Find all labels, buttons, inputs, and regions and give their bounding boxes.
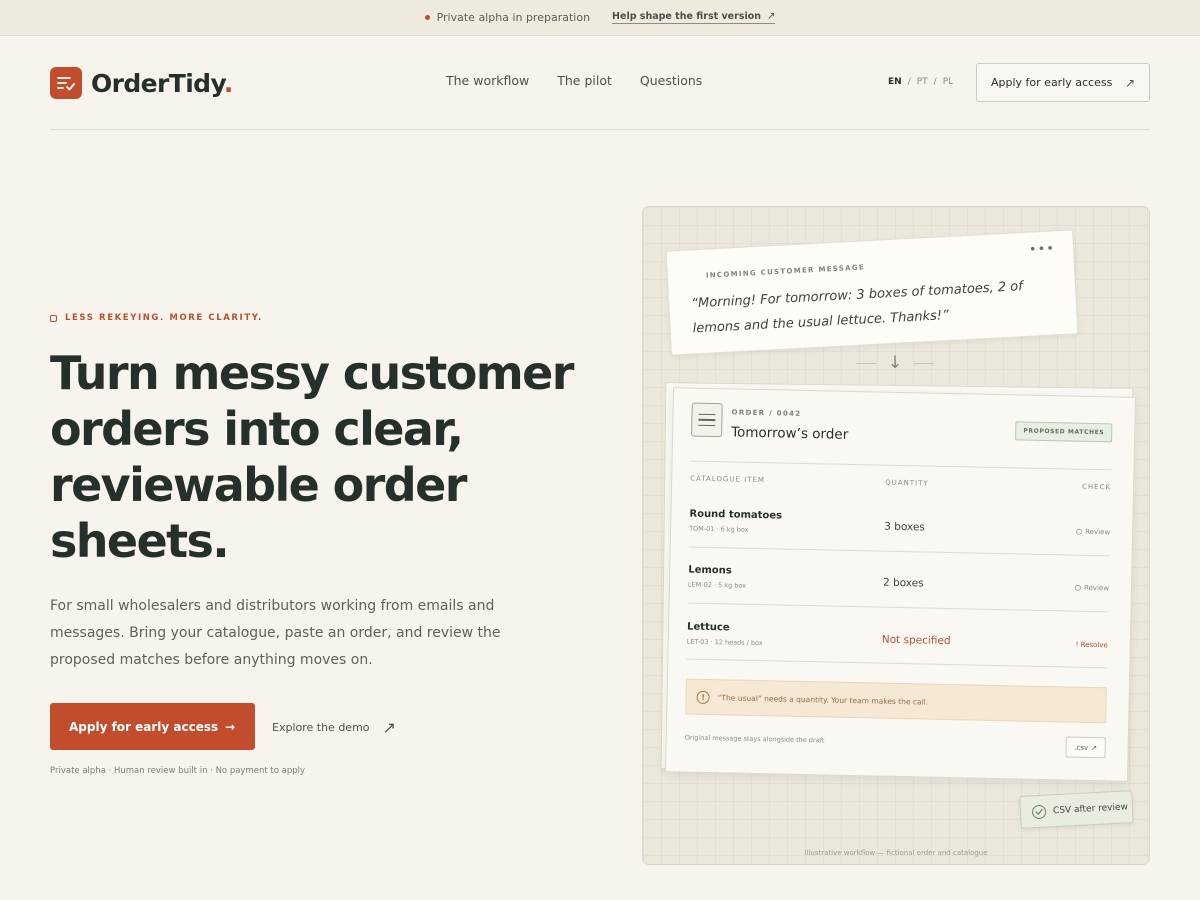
hero-title-line: sheets. — [50, 514, 230, 568]
row-divider — [686, 658, 1108, 669]
arrow-down-icon: ↓ — [887, 353, 903, 373]
header-apply-label: Apply for early access — [991, 76, 1113, 89]
row-item-name: Round tomatoes — [689, 508, 783, 522]
nav-item-pilot[interactable]: The pilot — [557, 73, 612, 88]
list-icon — [691, 402, 723, 438]
hero-subtitle: For small wholesalers and distributors w… — [50, 598, 501, 668]
order-number: ORDER / 0042 — [731, 408, 802, 418]
column-header-quantity: QUANTITY — [885, 478, 929, 488]
language-switcher: EN / PT / PL — [888, 77, 953, 87]
incoming-message-card: INCOMING CUSTOMER MESSAGE ••• “Morning! … — [665, 229, 1079, 356]
circle-icon — [1076, 528, 1083, 535]
hero-eyebrow: LESS REKEYING. MORE CLARITY. — [50, 313, 263, 323]
brand-logo[interactable]: OrderTidy. — [50, 67, 233, 99]
external-arrow-icon: ↗ — [1124, 75, 1135, 90]
flow-connector: ↓ — [856, 352, 934, 374]
check-circle-icon — [1031, 804, 1047, 819]
csv-badge-text: CSV after review — [1052, 801, 1129, 816]
order-title: Tomorrow’s order — [730, 424, 849, 443]
announcement-bar: Private alpha in preparation Help shape … — [0, 0, 1200, 36]
header-divider — [50, 129, 1150, 130]
apply-button-label: Apply for early access — [69, 719, 219, 734]
warning-text: “The usual” needs a quantity. Your team … — [717, 692, 929, 707]
hero-title-line: Turn messy customer — [50, 346, 574, 400]
square-bullet-icon — [50, 314, 57, 322]
more-options-icon[interactable]: ••• — [1029, 241, 1056, 257]
row-check-label: Review — [1083, 583, 1110, 593]
order-footnote: Original message stays alongside the dra… — [684, 733, 825, 745]
flow-line — [856, 362, 876, 364]
external-arrow-icon: ↗ — [382, 718, 396, 737]
announcement-status: Private alpha in preparation — [436, 11, 591, 24]
brand-name: OrderTidy. — [91, 68, 233, 98]
lang-separator: / — [907, 77, 911, 87]
hero-fineprint: Private alpha · Human review built in · … — [50, 766, 306, 776]
external-arrow-icon: ↗ — [767, 11, 776, 22]
row-divider — [687, 602, 1109, 613]
external-arrow-icon: ↗ — [1091, 743, 1098, 752]
lang-pl[interactable]: PL — [943, 77, 953, 87]
explore-demo-link[interactable]: Explore the demo ↗ — [272, 718, 396, 737]
hero-title-line: reviewable order — [50, 458, 467, 512]
csv-export-label: .csv — [1074, 743, 1089, 752]
order-divider — [690, 460, 1112, 471]
warning-icon: ! — [696, 690, 710, 704]
column-header-check: CHECK — [1081, 482, 1112, 492]
csv-export-button[interactable]: .csv ↗ — [1065, 736, 1106, 759]
column-header-item: CATALOGUE ITEM — [690, 474, 766, 485]
row-item-name: Lemons — [688, 564, 732, 577]
order-sheet-card: ORDER / 0042 Tomorrow’s order PROPOSED M… — [665, 387, 1136, 782]
hero-title: Turn messy customer orders into clear, r… — [50, 345, 610, 569]
checklist-logo-icon — [50, 67, 82, 99]
row-item-sku: TOM-01 · 6 kg box — [689, 524, 749, 534]
row-item-name: Lettuce — [686, 621, 730, 634]
message-text: “Morning! For tomorrow: 3 boxes of tomat… — [690, 279, 1024, 337]
lang-en[interactable]: EN — [888, 77, 902, 87]
explore-demo-label: Explore the demo — [272, 721, 370, 734]
arrow-right-icon: → — [224, 719, 235, 734]
row-divider — [688, 546, 1110, 557]
header-apply-button[interactable]: Apply for early access ↗ — [976, 63, 1150, 102]
proposed-matches-badge: PROPOSED MATCHES — [1015, 421, 1113, 443]
hero-eyebrow-text: LESS REKEYING. MORE CLARITY. — [65, 313, 263, 323]
lang-separator: / — [933, 77, 937, 87]
row-item-sku: LEM-02 · 5 kg box — [687, 580, 747, 590]
help-shape-link[interactable]: Help shape the first version ↗ — [612, 11, 776, 24]
main-nav: The workflow The pilot Questions — [446, 73, 702, 88]
nav-item-questions[interactable]: Questions — [640, 73, 702, 88]
quantity-warning: ! “The usual” needs a quantity. Your tea… — [685, 678, 1107, 724]
row-quantity-missing: Not specified — [881, 633, 951, 648]
apply-early-access-button[interactable]: Apply for early access → — [50, 703, 255, 750]
row-item-sku: LET-03 · 12 heads / box — [686, 637, 763, 648]
flow-line — [914, 362, 934, 364]
help-shape-link-label: Help shape the first version — [612, 11, 761, 22]
circle-icon — [1074, 584, 1082, 591]
nav-item-workflow[interactable]: The workflow — [446, 73, 529, 88]
row-resolve-check[interactable]: ! Resolve — [1075, 641, 1107, 650]
csv-after-review-badge: CSV after review — [1019, 790, 1134, 829]
lang-pt[interactable]: PT — [917, 77, 928, 87]
status-dot-icon — [424, 15, 430, 20]
row-quantity: 3 boxes — [884, 520, 925, 534]
row-review-check[interactable]: Review — [1076, 527, 1111, 537]
hero-title-line: orders into clear, — [50, 402, 464, 456]
illustration-caption: Illustrative workflow — fictional order … — [804, 849, 988, 857]
row-check-label: Review — [1085, 527, 1111, 537]
row-quantity: 2 boxes — [882, 576, 924, 590]
row-review-check[interactable]: Review — [1074, 583, 1110, 593]
